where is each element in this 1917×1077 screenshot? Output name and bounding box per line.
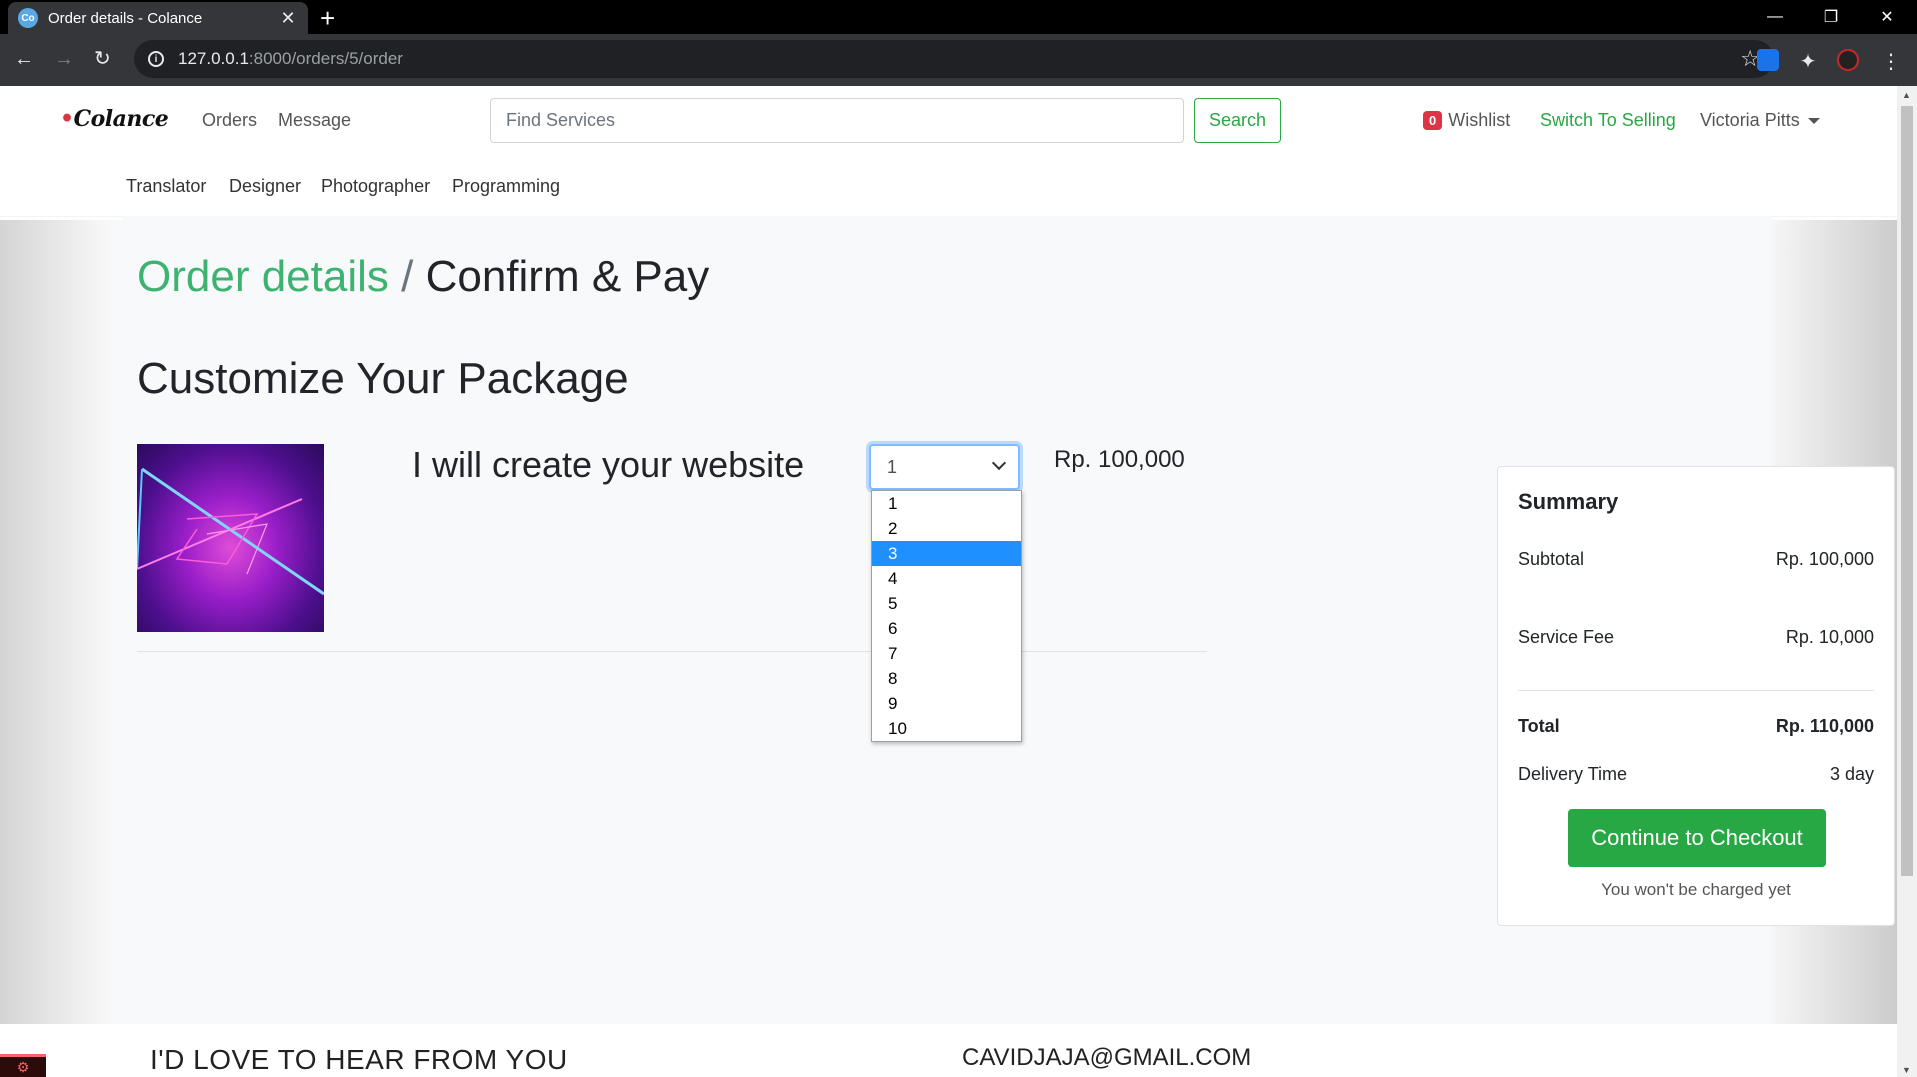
divider xyxy=(137,651,1207,652)
summary-card: Summary Subtotal Rp. 100,000 Service Fee… xyxy=(1497,466,1895,926)
service-fee-row: Service Fee Rp. 10,000 xyxy=(1518,627,1874,648)
scroll-down-icon[interactable]: ▼ xyxy=(1902,1065,1911,1075)
summary-divider xyxy=(1518,690,1874,691)
subtotal-value: Rp. 100,000 xyxy=(1775,549,1874,569)
forward-icon[interactable]: → xyxy=(54,48,74,70)
url-host: 127.0.0.1 xyxy=(178,49,249,68)
category-nav: Translator Designer Photographer Program… xyxy=(0,156,1897,216)
delivery-time-row: Delivery Time 3 day xyxy=(1518,764,1874,785)
subtotal-row: Subtotal Rp. 100,000 xyxy=(1518,549,1874,570)
quantity-option[interactable]: 1 xyxy=(872,491,1021,516)
total-row: Total Rp. 110,000 xyxy=(1518,716,1874,737)
reload-icon[interactable]: ↻ xyxy=(94,48,111,70)
search-input[interactable]: Find Services xyxy=(490,98,1184,143)
quantity-value: 1 xyxy=(887,456,898,477)
category-photographer[interactable]: Photographer xyxy=(321,176,430,197)
quantity-option[interactable]: 7 xyxy=(872,641,1021,666)
address-bar[interactable]: i 127.0.0.1:8000/orders/5/order ☆ xyxy=(134,40,1774,78)
restore-icon[interactable]: ❐ xyxy=(1803,0,1859,34)
total-value: Rp. 110,000 xyxy=(1775,716,1874,736)
breadcrumb-order-details[interactable]: Order details xyxy=(137,252,389,301)
wishlist-link[interactable]: 0 Wishlist xyxy=(1423,110,1510,131)
page-scrollbar[interactable]: ▲ ▼ xyxy=(1897,86,1917,1077)
browser-toolbar: ← → ↻ i 127.0.0.1:8000/orders/5/order ☆ … xyxy=(0,34,1917,86)
section-heading: Customize Your Package xyxy=(137,354,629,403)
tab-title: Order details - Colance xyxy=(48,9,203,27)
package-price: Rp. 100,000 xyxy=(1054,446,1185,473)
extensions-puzzle-icon[interactable]: ✦ xyxy=(1797,49,1819,73)
favicon-icon: Co xyxy=(18,8,38,28)
footer: ⚙ I'D LOVE TO HEAR FROM YOU CAVIDJAJA@GM… xyxy=(0,1024,1897,1077)
browser-tab-bar: Co Order details - Colance ✕ + — ❐ ✕ xyxy=(0,0,1917,34)
total-label: Total xyxy=(1518,716,1560,736)
quantity-option[interactable]: 9 xyxy=(872,691,1021,716)
new-tab-icon[interactable]: + xyxy=(320,4,335,32)
quantity-dropdown-list: 1 2 3 4 5 6 7 8 9 10 xyxy=(871,490,1022,742)
back-icon[interactable]: ← xyxy=(14,48,34,70)
subtotal-label: Subtotal xyxy=(1518,549,1585,569)
nav-message-link[interactable]: Message xyxy=(278,110,351,131)
minimize-icon[interactable]: — xyxy=(1747,0,1803,34)
user-menu[interactable]: Victoria Pitts xyxy=(1700,110,1820,131)
category-translator[interactable]: Translator xyxy=(126,176,206,197)
continue-to-checkout-button[interactable]: Continue to Checkout xyxy=(1568,809,1826,867)
quantity-option[interactable]: 4 xyxy=(872,566,1021,591)
package-image xyxy=(137,444,324,632)
nav-orders-link[interactable]: Orders xyxy=(202,110,257,131)
browser-tab[interactable]: Co Order details - Colance ✕ xyxy=(8,2,308,34)
quantity-select[interactable]: 1 xyxy=(869,444,1020,490)
quantity-option[interactable]: 2 xyxy=(872,516,1021,541)
summary-title: Summary xyxy=(1518,489,1619,514)
top-navbar: •Colance Orders Message Find Services Se… xyxy=(0,86,1897,156)
site-logo[interactable]: •Colance xyxy=(60,106,169,132)
service-fee-value: Rp. 10,000 xyxy=(1785,627,1874,647)
close-tab-icon[interactable]: ✕ xyxy=(278,8,298,29)
close-window-icon[interactable]: ✕ xyxy=(1859,0,1915,34)
quantity-option[interactable]: 6 xyxy=(872,616,1021,641)
footer-email[interactable]: CAVIDJAJA@GMAIL.COM xyxy=(962,1044,1251,1072)
search-button[interactable]: Search xyxy=(1194,98,1281,143)
breadcrumb-current: Confirm & Pay xyxy=(425,252,710,301)
category-programming[interactable]: Programming xyxy=(452,176,560,197)
breadcrumb-separator: / xyxy=(401,252,414,301)
quantity-option[interactable]: 8 xyxy=(872,666,1021,691)
extension-icon[interactable] xyxy=(1757,49,1779,71)
delivery-time-label: Delivery Time xyxy=(1518,764,1628,784)
scroll-up-icon[interactable]: ▲ xyxy=(1902,90,1911,100)
breadcrumb: Order details / Confirm & Pay xyxy=(137,252,709,302)
switch-to-selling-link[interactable]: Switch To Selling xyxy=(1540,110,1676,131)
scroll-thumb[interactable] xyxy=(1901,106,1913,876)
menu-kebab-icon[interactable]: ⋮ xyxy=(1880,49,1902,73)
site-info-icon[interactable]: i xyxy=(148,51,164,67)
wishlist-count-badge: 0 xyxy=(1423,111,1443,130)
profile-avatar-icon[interactable] xyxy=(1837,49,1859,71)
quantity-option-highlighted[interactable]: 3 xyxy=(872,541,1021,566)
url-path: :8000/orders/5/order xyxy=(248,49,403,68)
delivery-time-value: 3 day xyxy=(1829,764,1874,784)
quantity-option[interactable]: 10 xyxy=(872,716,1021,741)
wishlist-label: Wishlist xyxy=(1448,110,1511,130)
category-designer[interactable]: Designer xyxy=(229,176,301,197)
caret-down-icon xyxy=(1807,118,1820,125)
debugbar-icon[interactable]: ⚙ xyxy=(0,1054,46,1077)
service-fee-label: Service Fee xyxy=(1518,627,1615,647)
chevron-down-icon xyxy=(991,455,1007,471)
footer-heading: I'D LOVE TO HEAR FROM YOU xyxy=(150,1044,568,1075)
package-title: I will create your website xyxy=(412,444,805,485)
quantity-option[interactable]: 5 xyxy=(872,591,1021,616)
charge-note: You won't be charged yet xyxy=(1601,880,1791,899)
